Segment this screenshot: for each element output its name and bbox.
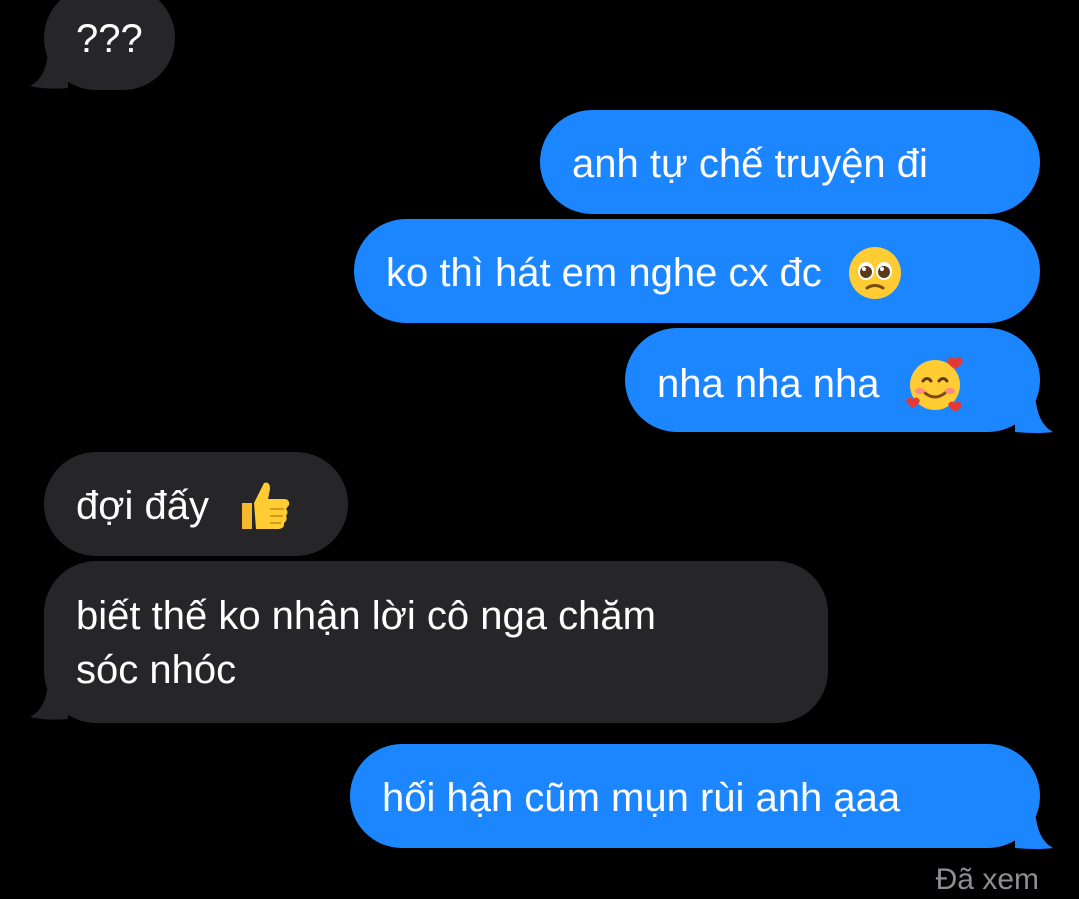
incoming-message-bubble[interactable]: đợi đấy: [44, 452, 348, 556]
message-text: ???: [76, 17, 143, 62]
chat-thread: ??? anh tự chế truyện đi ko thì hát em n…: [0, 0, 1079, 899]
message-text: ko thì hát em nghe cx đc: [386, 251, 822, 296]
outgoing-message-bubble[interactable]: nha nha nha: [625, 328, 1040, 432]
outgoing-message-bubble[interactable]: ko thì hát em nghe cx đc: [354, 219, 1040, 323]
message-text: nha nha nha: [657, 362, 880, 406]
message-text-line: biết thế ko nhận lời cô nga chăm: [76, 594, 656, 638]
incoming-bubble-tail: [30, 52, 68, 89]
message-text: đợi đấy: [76, 484, 209, 529]
thumbs-up-emoji: [242, 483, 290, 530]
outgoing-bubble-tail: [1015, 394, 1053, 433]
incoming-message-bubble[interactable]: biết thế ko nhận lời cô nga chăm sóc nhó…: [44, 561, 828, 723]
outgoing-message-bubble[interactable]: anh tự chế truyện đi: [540, 110, 1040, 214]
smiling-face-with-hearts-emoji: [905, 357, 963, 412]
incoming-bubble-tail: [30, 683, 68, 720]
message-text: hối hận cũm mụn rùi anh ạaa: [382, 776, 901, 821]
message-text: anh tự chế truyện đi: [572, 142, 928, 187]
read-receipt-label: Đã xem: [935, 863, 1039, 896]
pleading-face-emoji: [848, 247, 901, 300]
message-text-line: sóc nhóc: [76, 648, 237, 692]
outgoing-message-bubble[interactable]: hối hận cũm mụn rùi anh ạaa: [350, 744, 1040, 848]
outgoing-bubble-tail: [1015, 810, 1053, 849]
